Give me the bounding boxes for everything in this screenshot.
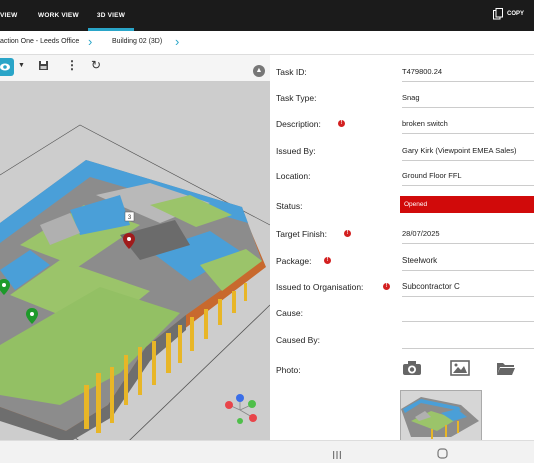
caused-by-field[interactable] — [402, 335, 534, 349]
task-detail-form: Task ID: T479800.24 Task Type: Snag Desc… — [270, 55, 534, 442]
building-model[interactable]: 3 — [0, 55, 270, 440]
target-finish-field[interactable]: 28/07/2025 — [402, 229, 534, 244]
collapse-icon[interactable]: ▲ — [253, 65, 265, 77]
chevron-down-icon[interactable]: ▼ — [18, 62, 25, 69]
more-options-icon[interactable]: ⋮ — [66, 58, 78, 72]
issued-to-organisation-field[interactable]: Subcontractor C — [402, 282, 534, 297]
tab-3d-view[interactable]: 3D VIEW — [88, 0, 134, 31]
photo-thumbnail[interactable] — [400, 390, 482, 442]
task-id-label: Task ID: — [276, 67, 307, 77]
top-toolbar: VIEW WORK VIEW 3D VIEW COPY — [0, 0, 534, 31]
package-field[interactable]: Steelwork — [402, 256, 534, 271]
system-navigation-bar — [0, 440, 534, 463]
location-label: Location: — [276, 171, 311, 181]
orientation-gizmo-icon[interactable] — [225, 394, 257, 424]
location-field[interactable]: Ground Floor FFL — [402, 171, 534, 186]
copy-icon — [492, 8, 503, 20]
description-field[interactable]: broken switch — [402, 119, 534, 134]
photo-label: Photo: — [276, 365, 301, 375]
model-viewer[interactable]: 3 ▼ ⋮ ↻ ▲ — [0, 55, 270, 440]
copy-label: COPY — [506, 11, 524, 17]
image-gallery-icon[interactable] — [450, 360, 470, 381]
breadcrumb: action One - Leeds Office › Building 02 … — [0, 31, 534, 55]
target-finish-label: Target Finish: — [276, 229, 328, 239]
tab-3d-view-label: 3D VIEW — [96, 12, 126, 19]
eye-icon[interactable] — [0, 58, 14, 76]
refresh-icon[interactable]: ↻ — [91, 58, 101, 72]
package-label: Package: — [276, 256, 312, 266]
required-icon: ! — [338, 120, 345, 127]
tab-work-view[interactable]: WORK VIEW — [38, 0, 79, 31]
cause-field[interactable] — [402, 308, 534, 322]
recent-apps-icon[interactable] — [332, 447, 342, 465]
status-label: Status: — [276, 201, 303, 211]
breadcrumb-item-building[interactable]: Building 02 (3D) — [112, 38, 162, 45]
home-icon[interactable] — [437, 446, 448, 464]
status-field[interactable]: Opened — [400, 196, 534, 213]
description-label: Description: — [276, 119, 321, 129]
viewer-toolbar: ▼ ⋮ ↻ ▲ — [0, 55, 270, 82]
issued-to-organisation-label: Issued to Organisation: — [276, 282, 364, 292]
tab-work-view-label: WORK VIEW — [38, 12, 79, 19]
task-id-value: T479800.24 — [402, 67, 534, 82]
task-type-field[interactable]: Snag — [402, 93, 534, 108]
chevron-right-icon: › — [88, 34, 93, 49]
chevron-right-icon: › — [175, 34, 180, 49]
issued-by-label: Issued By: — [276, 146, 316, 156]
required-icon: ! — [344, 230, 351, 237]
folder-icon[interactable] — [496, 361, 516, 381]
tab-view-label: VIEW — [0, 12, 18, 19]
cause-label: Cause: — [276, 308, 303, 318]
caused-by-label: Caused By: — [276, 335, 320, 345]
required-icon: ! — [383, 283, 390, 290]
issued-by-field[interactable]: Gary Kirk (Viewpoint EMEA Sales) — [402, 146, 534, 161]
save-icon[interactable] — [38, 60, 49, 74]
copy-button[interactable]: COPY — [492, 8, 524, 20]
breadcrumb-item-project[interactable]: action One - Leeds Office — [0, 38, 79, 45]
camera-icon[interactable] — [402, 360, 422, 381]
required-icon: ! — [324, 257, 331, 264]
tab-view[interactable]: VIEW — [0, 0, 18, 31]
task-type-label: Task Type: — [276, 93, 317, 103]
